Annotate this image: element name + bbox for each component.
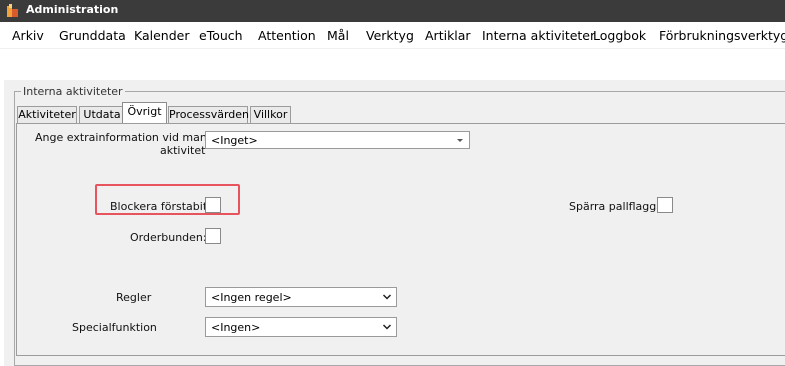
tab-aktiviteter[interactable]: Aktiviteter (17, 106, 77, 123)
group-title: Interna aktiviteter (21, 85, 125, 98)
chevron-down-icon (457, 139, 463, 142)
menu-item-interna-aktiviteter[interactable]: Interna aktiviteter (482, 28, 595, 43)
sparra-checkbox[interactable] (657, 197, 673, 213)
tab-villkor[interactable]: Villkor (250, 106, 291, 123)
app-logo-icon (7, 4, 18, 17)
extrainfo-value: <Inget> (211, 134, 258, 147)
menu-item-etouch[interactable]: eTouch (199, 28, 243, 43)
special-select[interactable]: <Ingen> (205, 317, 397, 337)
orderbunden-checkbox[interactable] (205, 228, 221, 244)
chevron-down-icon (382, 324, 392, 330)
special-value: <Ingen> (211, 321, 261, 334)
sparra-label: Spärra pallflagga: (569, 200, 667, 213)
regler-select[interactable]: <Ingen regel> (205, 287, 397, 307)
menu-item-forbrukningsverktyg[interactable]: Förbrukningsverktyg (659, 28, 785, 43)
tab-utdata[interactable]: Utdata (79, 106, 125, 123)
blockera-label: Blockera förstabit: (110, 200, 211, 213)
menu-item-artiklar[interactable]: Artiklar (425, 28, 471, 43)
menu-item-verktyg[interactable]: Verktyg (366, 28, 414, 43)
menu-item-kalender[interactable]: Kalender (134, 28, 190, 43)
window-title: Administration (26, 3, 119, 16)
tab-ovrigt[interactable]: Övrigt (122, 102, 167, 123)
extrainfo-label-line2: aktivitet (160, 144, 206, 157)
tab-processvarden[interactable]: Processvärden (168, 106, 249, 123)
orderbunden-label: Orderbunden: (130, 231, 207, 244)
title-bar: Administration (0, 0, 785, 22)
regler-value: <Ingen regel> (211, 291, 292, 304)
extrainfo-select[interactable]: <Inget> (205, 131, 470, 149)
special-label: Specialfunktion (72, 321, 157, 334)
menu-item-grunddata[interactable]: Grunddata (59, 28, 126, 43)
blockera-checkbox[interactable] (205, 197, 221, 213)
extrainfo-label-line1: Ange extrainformation vid manuell (35, 131, 227, 144)
menu-item-mal[interactable]: Mål (327, 28, 349, 43)
chevron-down-icon (382, 294, 392, 300)
menu-bar: Arkiv Grunddata Kalender eTouch Attentio… (0, 22, 785, 49)
menu-item-arkiv[interactable]: Arkiv (12, 28, 44, 43)
menu-item-loggbok[interactable]: Loggbok (593, 28, 646, 43)
regler-label: Regler (116, 291, 152, 304)
menu-item-attention[interactable]: Attention (258, 28, 316, 43)
